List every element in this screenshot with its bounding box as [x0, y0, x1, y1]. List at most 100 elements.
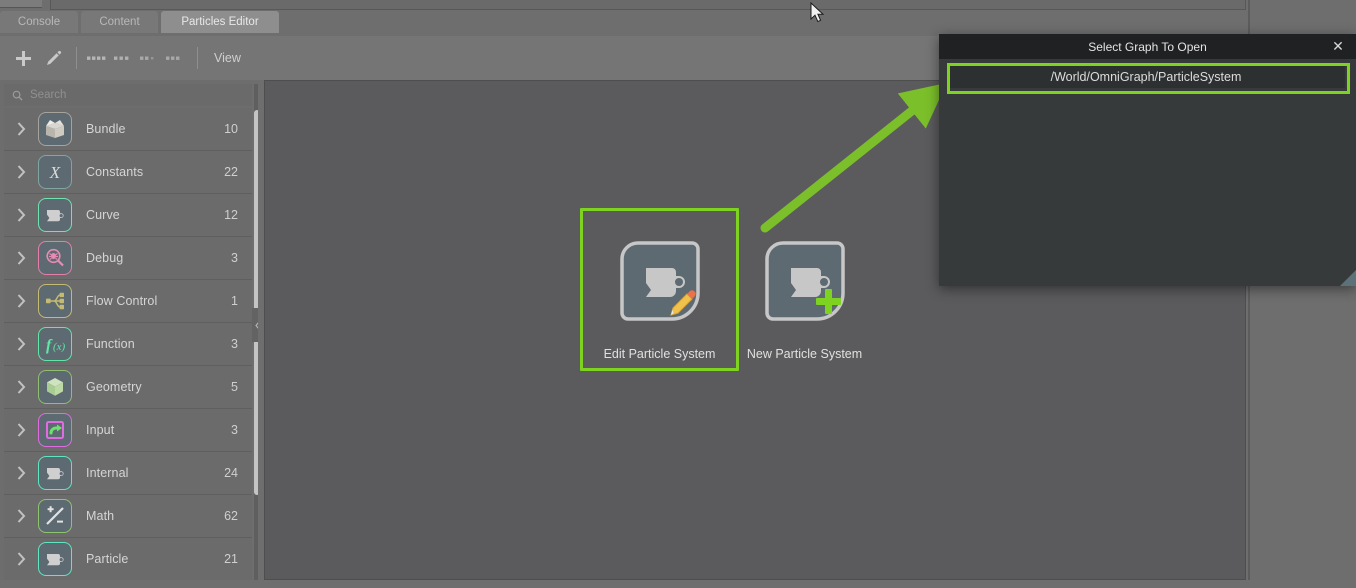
sidebar-item-input[interactable]: Input 3	[4, 409, 252, 452]
internal-icon	[38, 456, 72, 490]
align-dots-3-icon	[140, 56, 154, 60]
align-dots-1-icon	[87, 56, 106, 60]
edit-particle-system-icon	[610, 231, 710, 331]
tab-particles-editor-label: Particles Editor	[181, 16, 259, 28]
toolbar-separator-2	[197, 47, 198, 69]
search-input[interactable]: Search	[30, 89, 66, 101]
dialog-title: Select Graph To Open	[1088, 39, 1207, 54]
chrome-strip-main	[50, 0, 1246, 10]
svg-text:(x): (x)	[53, 341, 66, 353]
x-variable-icon: X	[38, 155, 72, 189]
window-bottom-bar	[0, 580, 1356, 588]
align-button-1[interactable]	[85, 45, 111, 71]
tab-console-label: Console	[17, 16, 61, 28]
sidebar-item-math[interactable]: Math 62	[4, 495, 252, 538]
align-button-2[interactable]	[111, 45, 137, 71]
node-category-list: Bundle 10 X Constants 22 Curve 12 Debug 3 Flo…	[4, 108, 252, 580]
graph-list-item-0[interactable]: /World/OmniGraph/ParticleSystem	[947, 63, 1350, 94]
sidebar-item-label: Input	[86, 423, 115, 437]
align-dots-4-icon	[166, 56, 180, 60]
dialog-body: /World/OmniGraph/ParticleSystem	[939, 59, 1356, 286]
sidebar-item-label: Internal	[86, 466, 129, 480]
card-edit-particle-system[interactable]: Edit Particle System	[580, 208, 739, 391]
input-arrow-icon	[38, 413, 72, 447]
chevron-right-icon[interactable]	[4, 122, 38, 136]
sidebar-item-label: Particle	[86, 552, 129, 566]
sidebar-item-label: Math	[86, 509, 115, 523]
chevron-right-icon[interactable]	[4, 294, 38, 308]
graph-list-item-0-label: /World/OmniGraph/ParticleSystem	[1050, 69, 1242, 84]
tab-console[interactable]: Console	[0, 11, 78, 33]
chevron-right-icon[interactable]	[4, 552, 38, 566]
sidebar-item-count: 10	[224, 122, 238, 136]
box-icon	[38, 112, 72, 146]
sidebar-item-debug[interactable]: Debug 3	[4, 237, 252, 280]
sidebar-item-label: Debug	[86, 251, 124, 265]
mouse-cursor	[810, 2, 825, 23]
app-root: Console Content Particles Editor View Se…	[0, 0, 1356, 588]
sidebar-item-count: 1	[231, 294, 238, 308]
sidebar-item-geometry[interactable]: Geometry 5	[4, 366, 252, 409]
svg-text:X: X	[49, 163, 61, 182]
dialog-title-bar[interactable]: Select Graph To Open ✕	[939, 34, 1356, 59]
sidebar-item-curve[interactable]: Curve 12	[4, 194, 252, 237]
select-graph-dialog: Select Graph To Open ✕ /World/OmniGraph/…	[939, 34, 1356, 286]
plus-icon	[15, 50, 31, 66]
tab-particles-editor[interactable]: Particles Editor	[161, 11, 279, 33]
sidebar-item-bundle[interactable]: Bundle 10	[4, 108, 252, 151]
chevron-right-icon[interactable]	[4, 466, 38, 480]
cube-icon	[38, 370, 72, 404]
particle-icon	[38, 542, 72, 576]
sidebar-item-internal[interactable]: Internal 24	[4, 452, 252, 495]
new-particle-system-icon	[755, 231, 855, 331]
align-button-4[interactable]	[163, 45, 189, 71]
chevron-right-icon[interactable]	[4, 337, 38, 351]
card-edit-particle-system-label: Edit Particle System	[603, 347, 716, 361]
sidebar-item-label: Constants	[86, 165, 144, 179]
sidebar-item-count: 3	[231, 337, 238, 351]
sidebar-item-count: 62	[224, 509, 238, 523]
function-fx-icon: f (x)	[38, 327, 72, 361]
sidebar-item-count: 24	[224, 466, 238, 480]
tab-content-label: Content	[99, 16, 140, 28]
sidebar-item-count: 3	[231, 251, 238, 265]
chevron-right-icon[interactable]	[4, 423, 38, 437]
edit-button[interactable]	[38, 43, 68, 73]
chevron-right-icon[interactable]	[4, 251, 38, 265]
chevron-right-icon[interactable]	[4, 208, 38, 222]
sidebar-item-constants[interactable]: X Constants 22	[4, 151, 252, 194]
sidebar-item-count: 22	[224, 165, 238, 179]
card-new-particle-system[interactable]: New Particle System	[747, 231, 862, 391]
sidebar-item-label: Curve	[86, 208, 120, 222]
curve-icon	[38, 198, 72, 232]
close-icon[interactable]: ✕	[1328, 34, 1348, 59]
sidebar-item-count: 5	[231, 380, 238, 394]
math-plus-minus-icon	[38, 499, 72, 533]
sidebar-item-count: 12	[224, 208, 238, 222]
align-button-3[interactable]	[137, 45, 163, 71]
dialog-resize-grip[interactable]	[1340, 270, 1356, 286]
tab-bar: Console Content Particles Editor	[0, 11, 1246, 33]
sidebar-item-label: Geometry	[86, 380, 142, 394]
sidebar-item-label: Bundle	[86, 122, 126, 136]
add-button[interactable]	[8, 43, 38, 73]
chevron-right-icon[interactable]	[4, 509, 38, 523]
chrome-strip-left	[0, 0, 42, 8]
view-menu-button[interactable]: View	[214, 51, 241, 65]
sidebar-item-count: 21	[224, 552, 238, 566]
sidebar-item-function[interactable]: f (x) Function 3	[4, 323, 252, 366]
chevron-right-icon[interactable]	[4, 165, 38, 179]
sidebar-item-flow-control[interactable]: Flow Control 1	[4, 280, 252, 323]
sidebar-item-particle[interactable]: Particle 21	[4, 538, 252, 580]
sidebar-item-label: Function	[86, 337, 135, 351]
pencil-icon	[46, 50, 61, 65]
bug-magnifier-icon	[38, 241, 72, 275]
flow-branch-icon	[38, 284, 72, 318]
search-bar[interactable]: Search	[4, 84, 252, 106]
align-dots-2-icon	[114, 56, 129, 60]
tab-content[interactable]: Content	[81, 11, 158, 33]
chevron-right-icon[interactable]	[4, 380, 38, 394]
toolbar-separator-1	[76, 47, 77, 69]
sidebar-item-label: Flow Control	[86, 294, 158, 308]
svg-text:f: f	[46, 337, 53, 354]
